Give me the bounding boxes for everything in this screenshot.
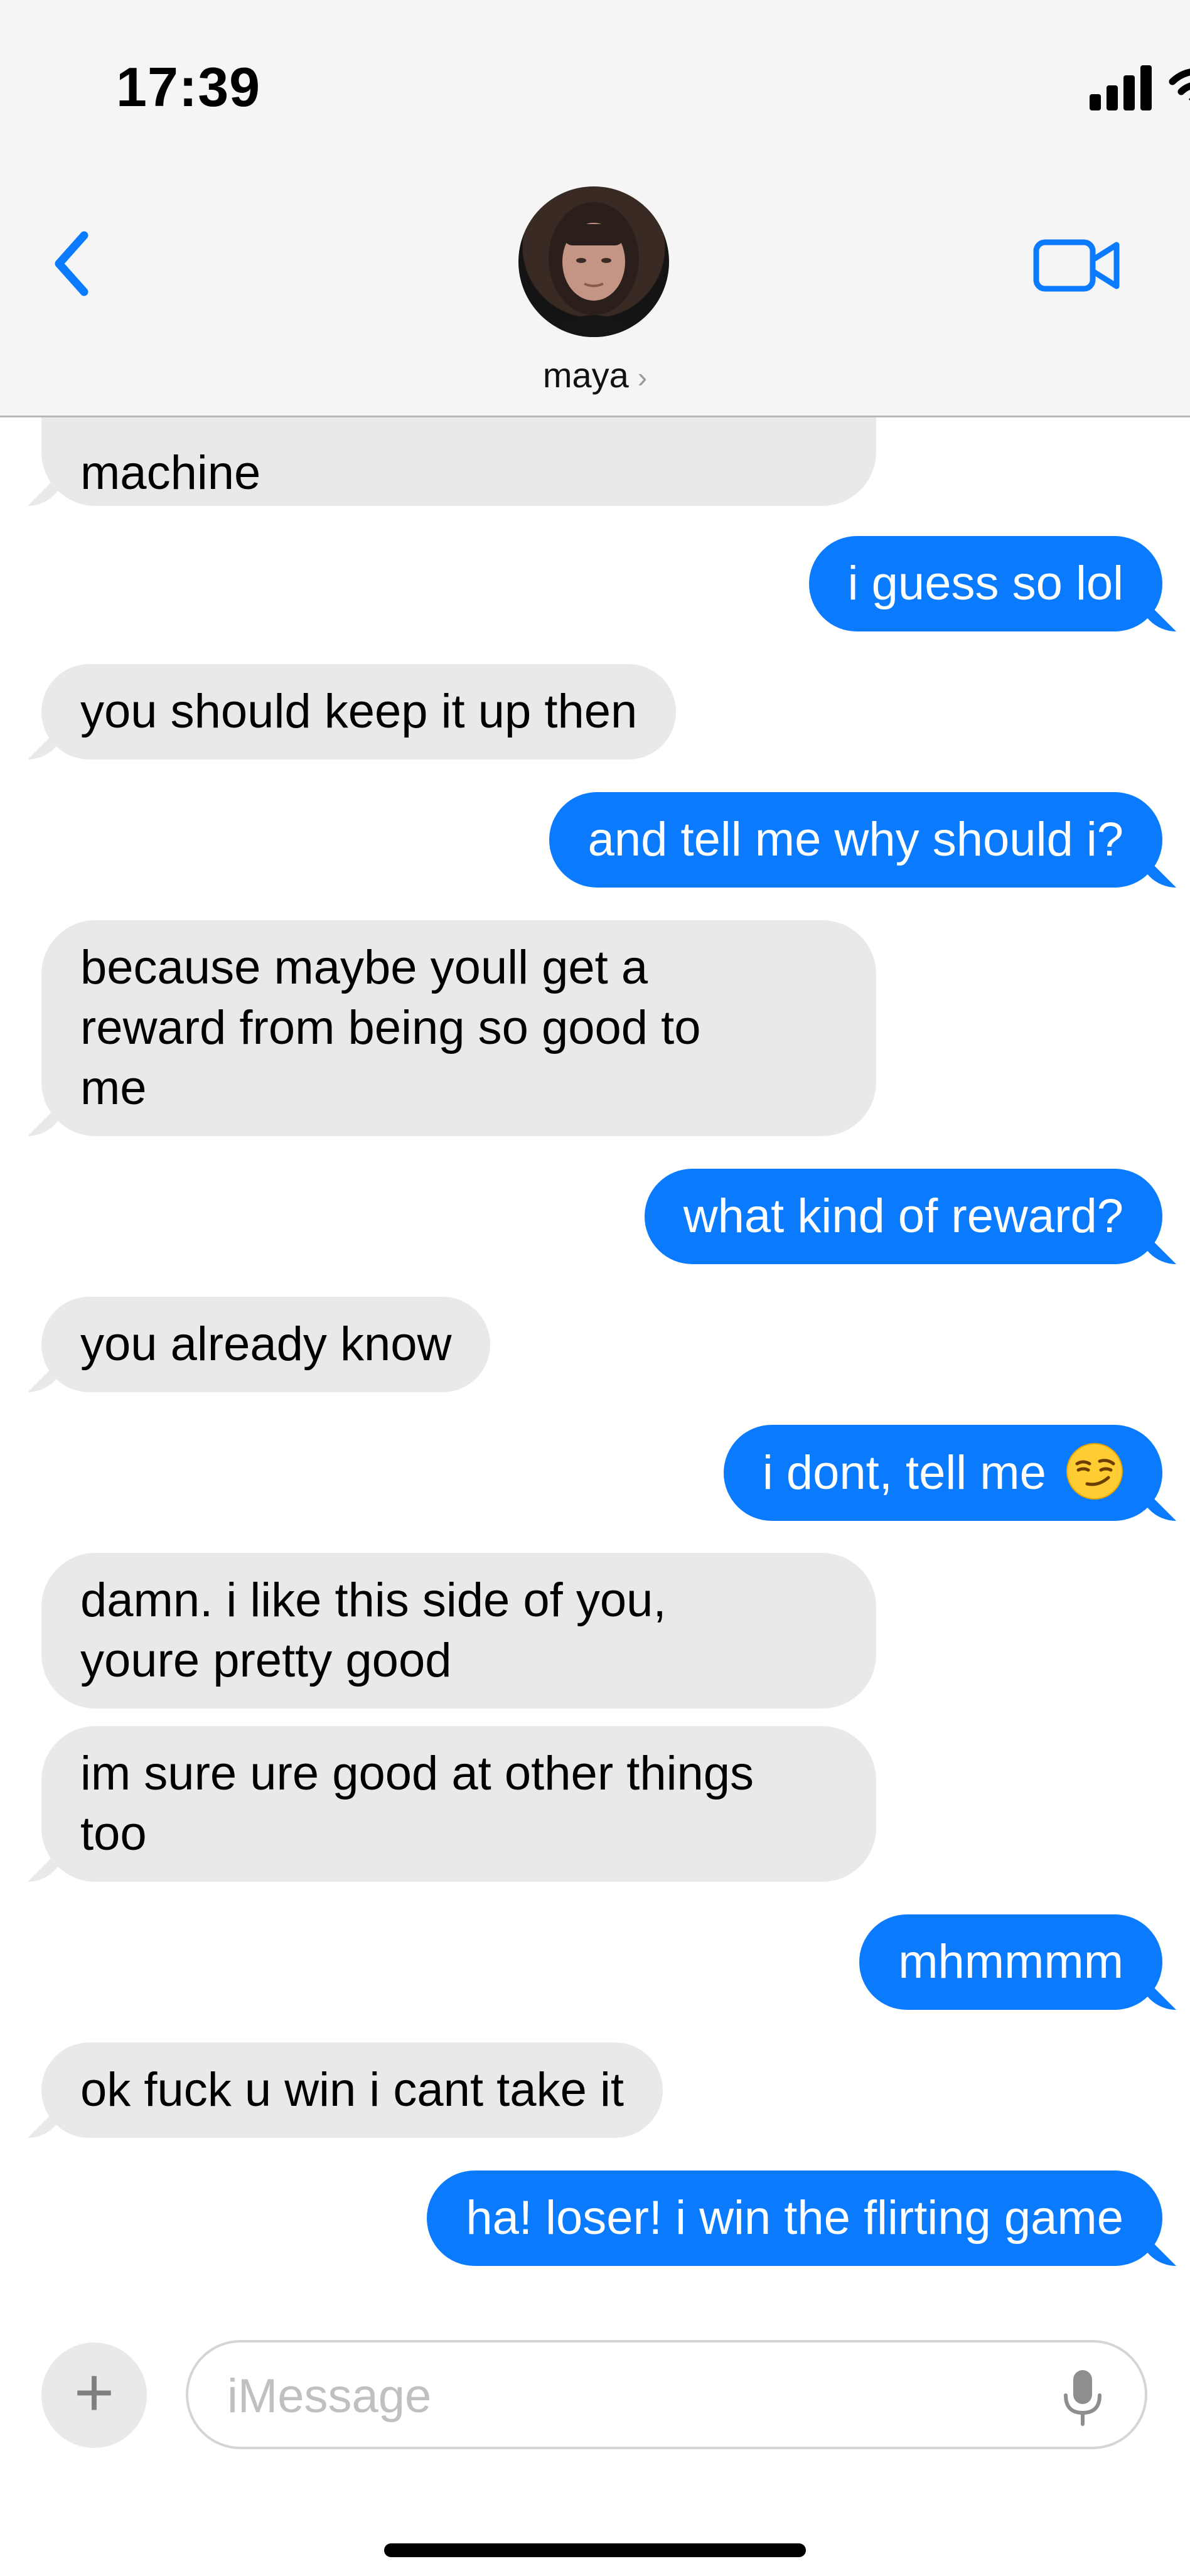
message-text-line: damn. i like this side of you, — [80, 1574, 667, 1627]
message-text-line: reward from being so good to — [80, 1001, 701, 1055]
microphone-icon[interactable] — [1061, 2368, 1105, 2428]
message-sent[interactable]: and tell me why should i? — [549, 792, 1162, 888]
message-text-line: me — [80, 1061, 147, 1115]
message-text: you already know — [80, 1318, 452, 1371]
message-sent[interactable]: what kind of reward? — [644, 1169, 1162, 1264]
wifi-icon — [1169, 68, 1190, 101]
contact-name-label: maya — [542, 355, 629, 395]
message-text: what kind of reward? — [683, 1189, 1123, 1243]
message-received[interactable]: because maybe youll get a reward from be… — [41, 920, 876, 1136]
back-chevron-icon[interactable] — [45, 229, 102, 298]
message-field-container[interactable] — [186, 2340, 1147, 2449]
conversation-header: 17:39 maya › — [0, 0, 1190, 417]
message-text: machine — [80, 446, 261, 500]
smirking-face-emoji-icon — [1066, 1443, 1123, 1500]
message-thread[interactable]: machine i guess so lol you should keep i… — [0, 416, 1190, 2317]
message-received[interactable]: im sure ure good at other things too — [41, 1726, 876, 1882]
message-text: mhmmmm — [898, 1935, 1123, 1988]
status-time: 17:39 — [116, 56, 261, 118]
message-sent[interactable]: mhmmmm — [859, 1914, 1162, 2010]
message-received[interactable]: ok fuck u win i cant take it — [41, 2042, 663, 2138]
message-text-line: because maybe youll get a — [80, 941, 648, 994]
message-received[interactable]: you should keep it up then — [41, 664, 677, 759]
message-sent[interactable]: i guess so lol — [808, 536, 1162, 631]
message-text-line: im sure ure good at other things — [80, 1747, 754, 1800]
cellular-signal-icon — [1090, 65, 1152, 110]
avatar-portrait — [544, 202, 644, 337]
compose-bar: + — [0, 2317, 1190, 2576]
message-text-line: youre pretty good — [80, 1634, 452, 1687]
imessage-screen: 17:39 maya › machine i guess so lol you … — [0, 0, 1190, 2576]
message-text: ha! loser! i win the flirting game — [466, 2191, 1123, 2245]
apps-plus-button[interactable]: + — [41, 2343, 147, 2448]
message-received[interactable]: damn. i like this side of you, youre pre… — [41, 1553, 876, 1709]
message-text: ok fuck u win i cant take it — [80, 2063, 624, 2117]
message-text: you should keep it up then — [80, 685, 638, 738]
message-received[interactable]: machine — [41, 416, 876, 506]
message-text: i dont, tell me — [762, 1446, 1046, 1500]
message-received[interactable]: you already know — [41, 1297, 491, 1392]
video-camera-icon[interactable] — [1033, 237, 1121, 294]
contact-name[interactable]: maya › — [0, 355, 1190, 395]
contact-avatar[interactable] — [518, 186, 669, 337]
home-indicator[interactable] — [384, 2543, 806, 2557]
message-text: and tell me why should i? — [587, 813, 1123, 866]
message-text: i guess so lol — [847, 557, 1123, 610]
message-input[interactable] — [226, 2364, 1032, 2428]
chevron-right-icon: › — [637, 361, 648, 394]
message-text-line: too — [80, 1807, 147, 1860]
message-sent[interactable]: ha! loser! i win the flirting game — [427, 2171, 1162, 2266]
message-sent[interactable]: i dont, tell me — [723, 1425, 1162, 1521]
